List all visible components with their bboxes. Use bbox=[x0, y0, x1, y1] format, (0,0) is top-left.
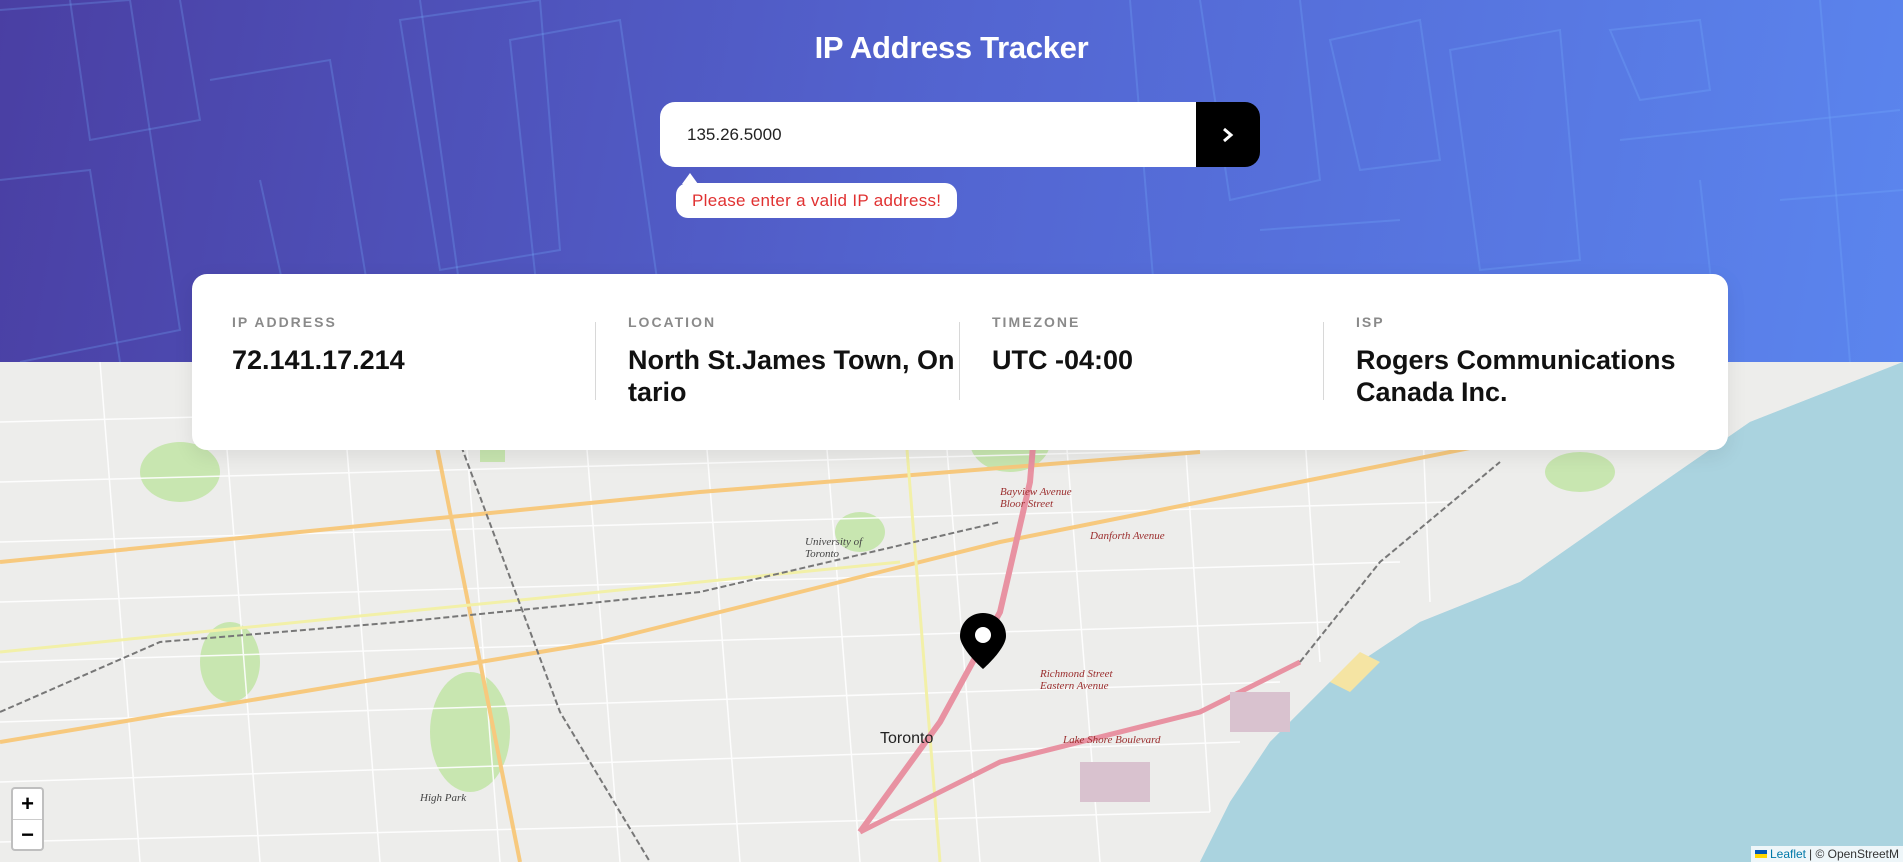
ip-search-input[interactable] bbox=[660, 102, 1196, 167]
location-pin-icon[interactable] bbox=[960, 613, 1006, 669]
isp-label: ISP bbox=[1356, 314, 1385, 330]
zoom-out-button[interactable]: − bbox=[13, 819, 42, 849]
map-label-bayview: Bayview Avenue Bloor Street bbox=[1000, 486, 1072, 510]
location-label: LOCATION bbox=[628, 314, 717, 330]
search-bar bbox=[660, 102, 1260, 167]
map-city-label: Toronto bbox=[880, 730, 934, 747]
divider bbox=[595, 322, 596, 400]
leaflet-link[interactable]: Leaflet bbox=[1770, 847, 1806, 861]
attribution-text: | © OpenStreetM bbox=[1809, 847, 1899, 861]
isp-panel: ISP Rogers Communications Canada Inc. bbox=[1356, 314, 1696, 408]
divider bbox=[959, 322, 960, 400]
info-card: IP ADDRESS 72.141.17.214 LOCATION North … bbox=[192, 274, 1728, 450]
timezone-label: TIMEZONE bbox=[992, 314, 1081, 330]
map-label-richmond: Richmond Street Eastern Avenue bbox=[1040, 668, 1113, 692]
map-label-high-park: High Park bbox=[420, 792, 467, 804]
timezone-panel: TIMEZONE UTC -04:00 bbox=[992, 314, 1312, 376]
ukraine-flag-icon bbox=[1754, 850, 1767, 858]
ip-address-panel: IP ADDRESS 72.141.17.214 bbox=[232, 314, 552, 376]
validation-tooltip: Please enter a valid IP address! bbox=[676, 173, 958, 218]
timezone-value: UTC -04:00 bbox=[992, 345, 1134, 375]
zoom-in-button[interactable]: + bbox=[13, 789, 42, 819]
divider bbox=[1323, 322, 1324, 400]
map-label-lake-shore: Lake Shore Boulevard bbox=[1063, 734, 1161, 746]
page-title: IP Address Tracker bbox=[814, 30, 1089, 65]
zoom-control: + − bbox=[11, 787, 44, 851]
isp-value: Rogers Communications Canada Inc. bbox=[1356, 345, 1676, 407]
ip-address-label: IP ADDRESS bbox=[232, 314, 337, 330]
submit-button[interactable] bbox=[1196, 102, 1260, 167]
location-panel: LOCATION North St.James Town, On tario bbox=[628, 314, 958, 408]
chevron-right-icon bbox=[1223, 127, 1234, 142]
ip-address-value: 72.141.17.214 bbox=[232, 345, 405, 375]
map-attribution: Leaflet | © OpenStreetM bbox=[1750, 846, 1903, 862]
map-label-danforth: Danforth Avenue bbox=[1090, 530, 1165, 542]
location-value: North St.James Town, On tario bbox=[628, 345, 955, 407]
map-label-university: University of Toronto bbox=[805, 536, 863, 560]
